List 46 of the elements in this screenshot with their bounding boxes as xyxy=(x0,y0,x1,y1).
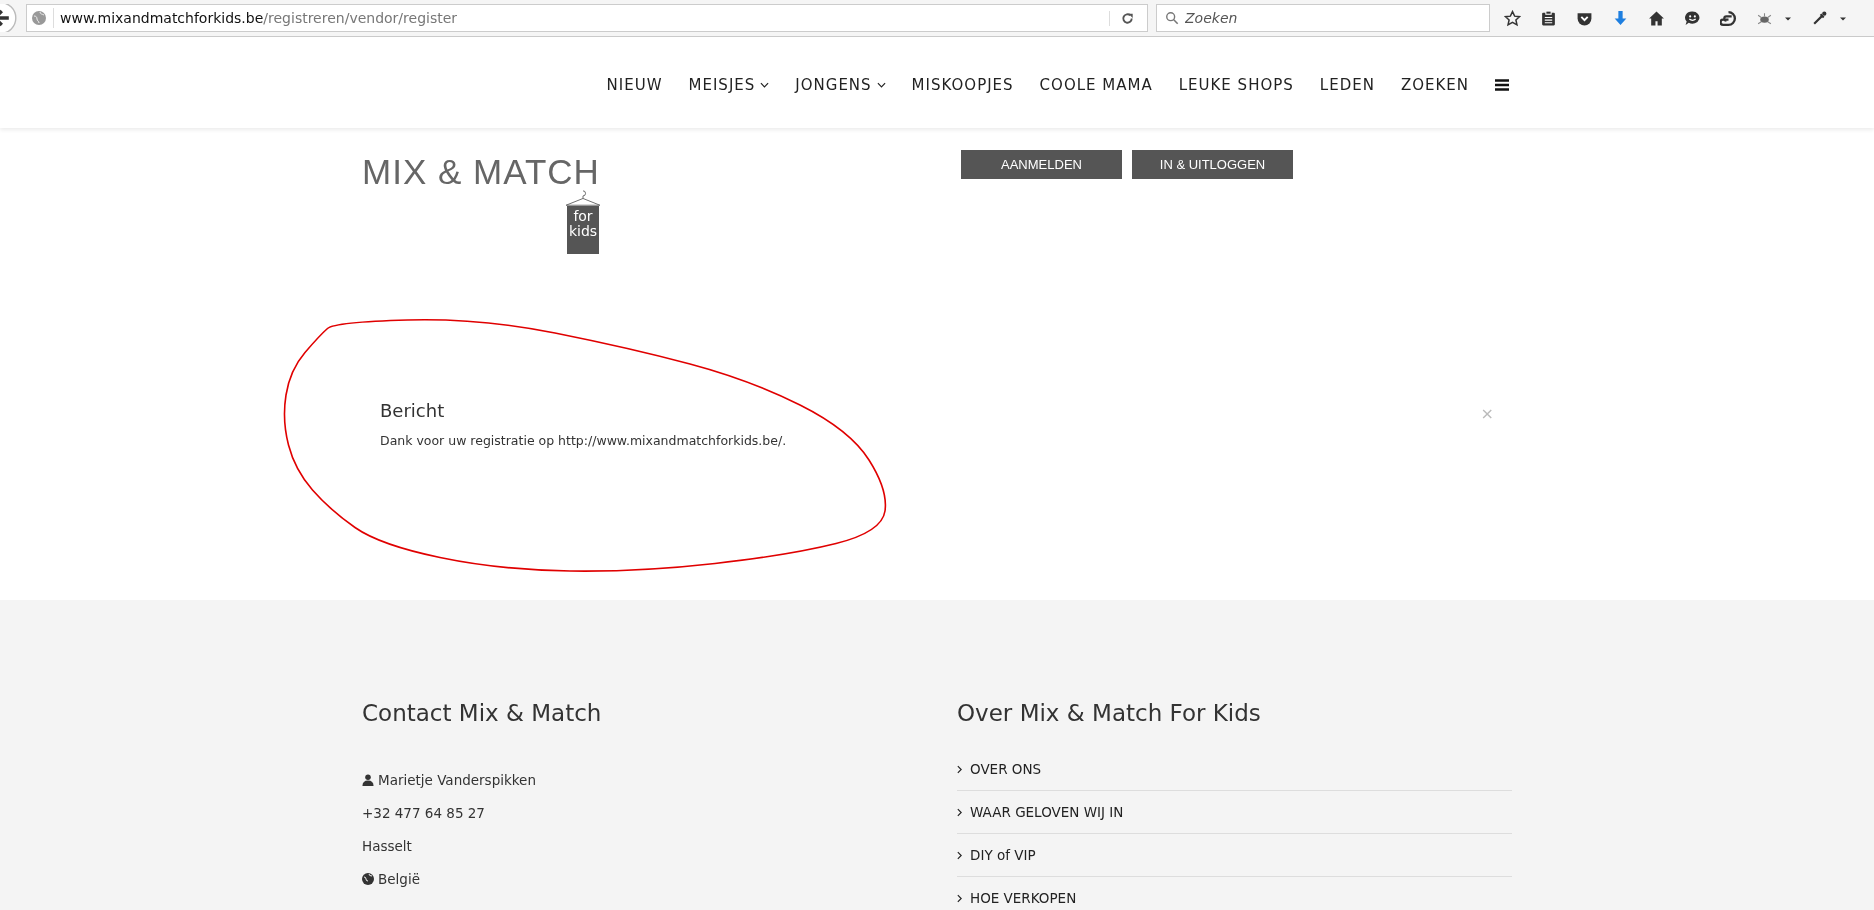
nav-link[interactable]: MISKOOPJES xyxy=(911,75,1014,94)
footer-link[interactable]: WAAR GELOVEN WIJ IN xyxy=(957,791,1512,834)
nav-link[interactable]: LEDEN xyxy=(1319,75,1375,94)
person-icon xyxy=(362,774,374,786)
nav-link[interactable]: NIEUW xyxy=(606,75,663,94)
chevron-right-icon xyxy=(957,893,962,903)
logo-text: MIX & MATCH xyxy=(362,151,600,193)
contact-text: Marietje Vanderspikken xyxy=(378,772,536,788)
sync-icon[interactable] xyxy=(1720,9,1737,27)
reload-icon[interactable] xyxy=(1109,10,1135,26)
message-title: Bericht xyxy=(380,400,446,421)
menu-icon[interactable] xyxy=(1495,78,1509,91)
address-field[interactable]: www.mixandmatchforkids.be/registreren/vendor/register xyxy=(26,4,1148,32)
eyedropper-icon[interactable] xyxy=(1811,9,1828,27)
search-field[interactable]: Zoeken xyxy=(1156,4,1490,32)
footer-link[interactable]: DIY of VIP xyxy=(957,834,1512,877)
logo-tag: for kids xyxy=(567,206,599,254)
chevron-down-icon xyxy=(760,81,770,88)
contact-text: België xyxy=(378,871,420,887)
site-logo[interactable]: MIX & MATCH for kids xyxy=(362,150,624,254)
footer-heading: Over Mix & Match For Kids xyxy=(957,700,1262,726)
globe-icon xyxy=(31,10,47,26)
nav-link[interactable]: ZOEKEN xyxy=(1400,75,1469,94)
auth-button[interactable]: AANMELDEN xyxy=(961,150,1122,179)
home-icon[interactable] xyxy=(1648,9,1665,27)
nav-link[interactable]: JONGENS xyxy=(795,75,886,94)
footer-heading: Contact Mix & Match xyxy=(362,700,603,726)
globe-icon xyxy=(362,873,374,885)
nav-link[interactable]: COOLE MAMA xyxy=(1039,75,1153,94)
footer-link[interactable]: OVER ONS xyxy=(957,748,1512,791)
nav-link[interactable]: MEISJES xyxy=(688,75,770,94)
auth-button[interactable]: IN & UITLOGGEN xyxy=(1132,150,1293,179)
nav-link[interactable]: LEUKE SHOPS xyxy=(1178,75,1294,94)
chevron-right-icon xyxy=(957,850,962,860)
chevron-right-icon xyxy=(957,807,962,817)
contact-text: +32 477 64 85 27 xyxy=(362,805,485,821)
chevron-down-icon xyxy=(876,81,886,88)
star-icon[interactable] xyxy=(1504,9,1521,27)
chevron-right-icon xyxy=(957,764,962,774)
chat-smiley-icon[interactable] xyxy=(1684,9,1701,27)
search-icon xyxy=(1165,11,1179,25)
footer-link[interactable]: HOE VERKOPEN xyxy=(957,877,1512,910)
clipboard-icon[interactable] xyxy=(1540,9,1557,27)
message-text: Dank voor uw registratie op http://www.mixandmatchforkids.be/. xyxy=(380,433,787,448)
url-text: www.mixandmatchforkids.be/registreren/vendor/register xyxy=(60,10,459,26)
contact-text: Hasselt xyxy=(362,838,412,854)
